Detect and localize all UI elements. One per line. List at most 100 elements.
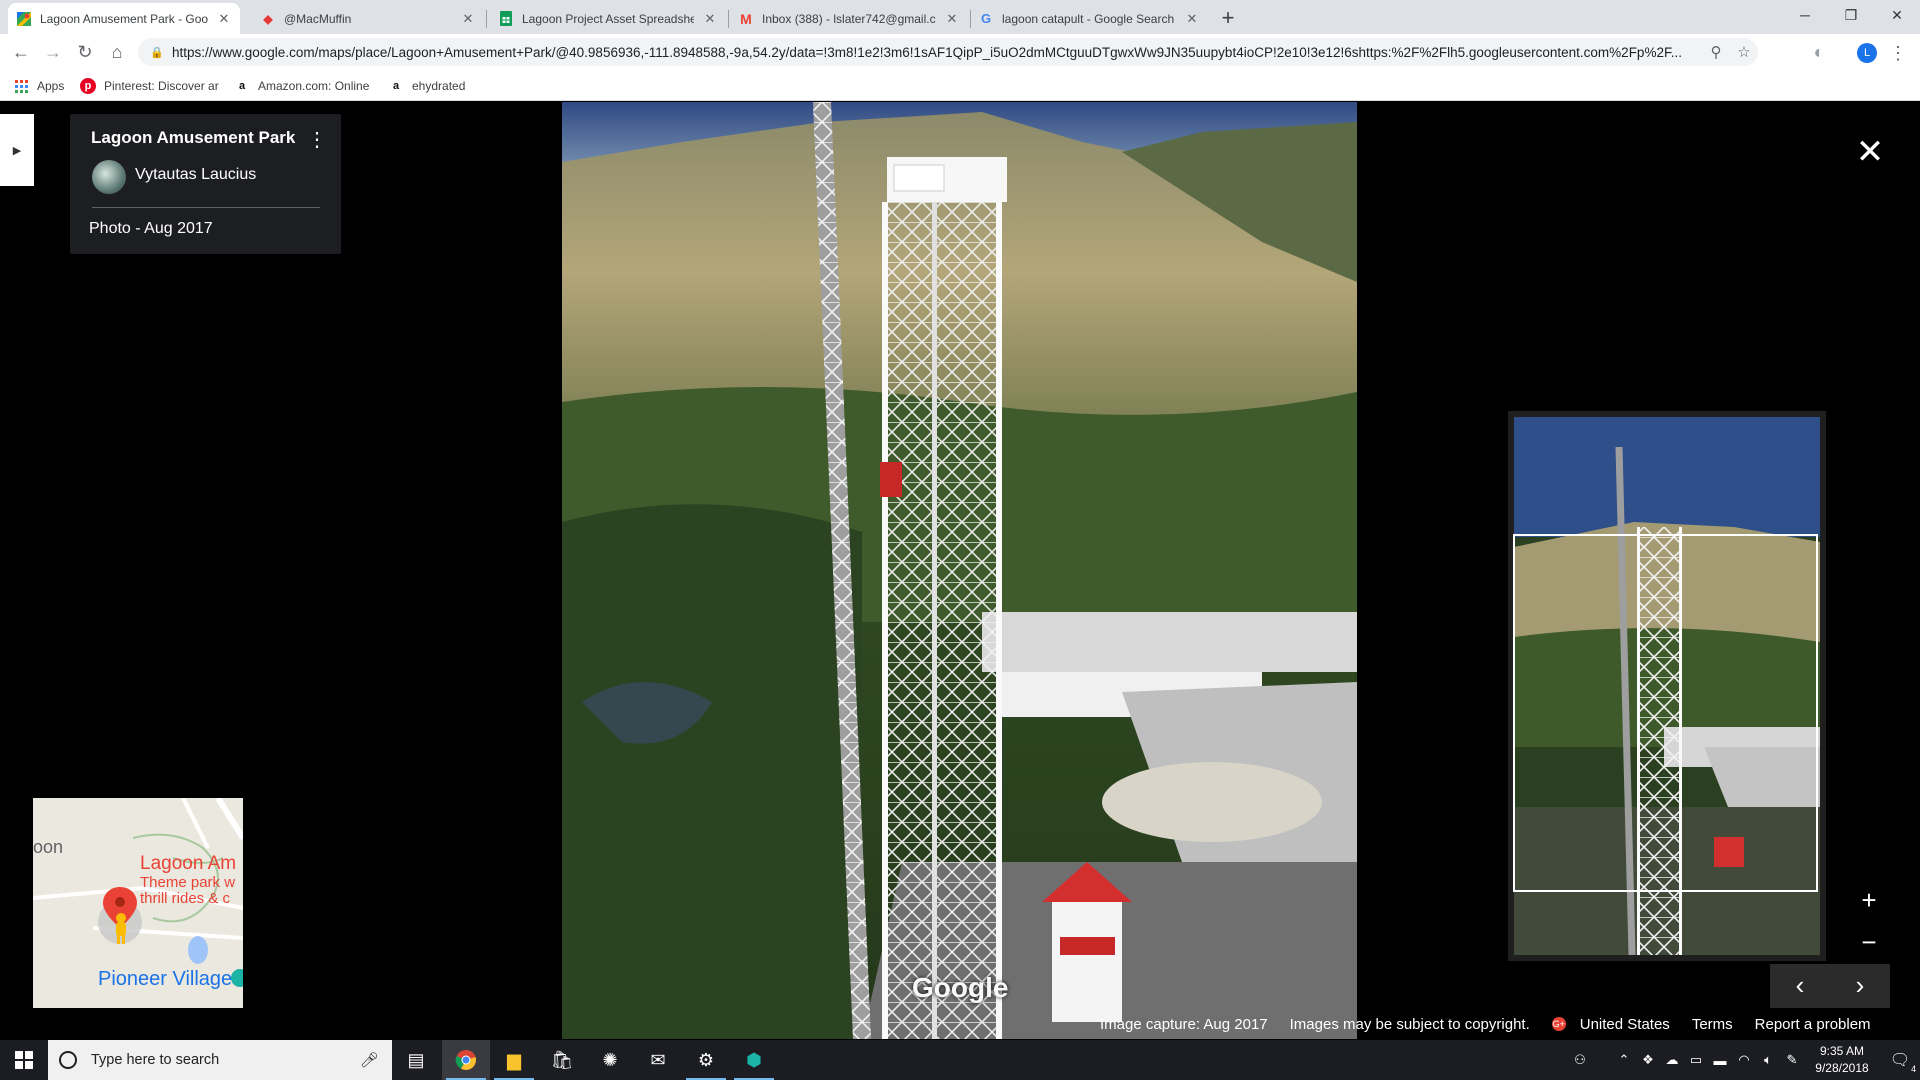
close-tab-icon[interactable]: ✕ bbox=[1184, 11, 1200, 27]
place-title[interactable]: Lagoon Amusement Park bbox=[91, 128, 295, 148]
pinterest-icon: p bbox=[80, 78, 96, 94]
clock-date: 9/28/2018 bbox=[1815, 1061, 1869, 1075]
browser-toolbar: ← → ↻ ⌂ 🔒 https://www.google.com/maps/pl… bbox=[0, 34, 1920, 70]
google-maps-icon bbox=[16, 11, 32, 27]
photo-date: Photo - Aug 2017 bbox=[89, 220, 213, 237]
bookmark-pinterest[interactable]: p Pinterest: Discover ar bbox=[80, 76, 219, 96]
notification-count: 4 bbox=[1911, 1064, 1917, 1074]
lock-icon: 🔒 bbox=[150, 46, 164, 59]
maximize-window-button[interactable]: ❐ bbox=[1828, 0, 1874, 30]
author-avatar[interactable] bbox=[92, 160, 126, 194]
wifi-icon[interactable]: ◠ bbox=[1732, 1052, 1756, 1068]
viewport-indicator[interactable] bbox=[1513, 534, 1818, 892]
tab-divider bbox=[728, 10, 729, 28]
windows-logo-icon bbox=[15, 1051, 33, 1069]
tab-gmail-inbox[interactable]: M Inbox (388) - lslater742@gmail.c ✕ bbox=[730, 3, 968, 34]
battery-icon[interactable]: ▭ bbox=[1684, 1052, 1708, 1068]
close-tab-icon[interactable]: ✕ bbox=[702, 11, 718, 27]
viewer-footer: Image capture: Aug 2017 Images may be su… bbox=[1100, 1013, 1871, 1035]
pen-icon[interactable]: ✎ bbox=[1780, 1052, 1804, 1068]
forward-button[interactable]: → bbox=[39, 38, 67, 66]
microphone-icon[interactable]: 🎤︎ bbox=[360, 1051, 380, 1069]
previous-photo-button[interactable]: ‹ bbox=[1770, 964, 1830, 1008]
amazon-icon: a bbox=[392, 80, 400, 92]
tab-asset-spreadsheet[interactable]: Lagoon Project Asset Spreadshe ✕ bbox=[490, 3, 726, 34]
terms-link[interactable]: Terms bbox=[1692, 1016, 1733, 1033]
chevron-up-icon[interactable]: ⌃ bbox=[1612, 1052, 1636, 1068]
zoom-in-button[interactable]: + bbox=[1849, 880, 1889, 920]
home-button[interactable]: ⌂ bbox=[103, 38, 131, 66]
minimize-window-button[interactable]: ─ bbox=[1782, 0, 1828, 30]
settings-gear-icon[interactable]: ⚙ bbox=[682, 1040, 730, 1080]
photo-navigation: ‹ › bbox=[1770, 964, 1890, 1008]
bookmark-apps[interactable]: Apps bbox=[13, 76, 64, 96]
profile-avatar[interactable]: L bbox=[1857, 43, 1877, 63]
tab-macmuffin[interactable]: ◆ @MacMuffin ✕ bbox=[252, 3, 484, 34]
system-clock[interactable]: 9:35 AM 9/28/2018 bbox=[1804, 1043, 1880, 1077]
close-tab-icon[interactable]: ✕ bbox=[944, 11, 960, 27]
file-explorer-icon[interactable]: ▆ bbox=[490, 1040, 538, 1080]
next-photo-button[interactable]: › bbox=[1830, 964, 1890, 1008]
bookmarks-bar: Apps p Pinterest: Discover ar a Amazon.c… bbox=[0, 70, 1920, 101]
cortana-icon bbox=[59, 1051, 77, 1069]
back-button[interactable]: ← bbox=[7, 38, 35, 66]
meet-icon[interactable]: ▬ bbox=[1708, 1053, 1732, 1068]
taskbar-search-box[interactable]: Type here to search 🎤︎ bbox=[48, 1040, 392, 1080]
browser-tab-strip: Lagoon Amusement Park - Goog ✕ ◆ @MacMuf… bbox=[0, 0, 1920, 34]
address-bar[interactable]: 🔒 https://www.google.com/maps/place/Lago… bbox=[138, 38, 1758, 66]
google-plus-icon[interactable]: G+ bbox=[1551, 1017, 1566, 1031]
taskbar-search-placeholder: Type here to search bbox=[91, 1052, 220, 1068]
close-window-button[interactable]: ✕ bbox=[1874, 0, 1920, 30]
bookmark-ehydrated[interactable]: a ehydrated bbox=[388, 76, 465, 96]
new-tab-button[interactable]: + bbox=[1215, 6, 1241, 32]
tab-google-search[interactable]: G lagoon catapult - Google Search ✕ bbox=[970, 3, 1208, 34]
more-options-icon[interactable]: ⋮ bbox=[307, 126, 327, 156]
bookmark-amazon[interactable]: a Amazon.com: Online bbox=[234, 76, 369, 96]
minimap-place-label: Lagoon Am bbox=[140, 853, 237, 874]
windows-taskbar: Type here to search 🎤︎ ▤ ▆ 🛍︎ ✺ ✉ ⚙ ⬢ ⚇ … bbox=[0, 1040, 1920, 1080]
zoom-out-button[interactable]: − bbox=[1849, 922, 1889, 962]
system-tray: ⚇ ⌃ ❖ ☁ ▭ ▬ ◠ 🔈︎ ✎ 9:35 AM 9/28/2018 🗨︎ 4 bbox=[1568, 1040, 1920, 1080]
minimap-place-desc: thrill rides & c bbox=[140, 890, 231, 907]
close-tab-icon[interactable]: ✕ bbox=[216, 11, 232, 27]
close-icon[interactable]: ✕ bbox=[1850, 132, 1890, 172]
chrome-taskbar-icon[interactable] bbox=[442, 1040, 490, 1080]
start-button[interactable] bbox=[0, 1040, 48, 1080]
store-icon[interactable]: 🛍︎ bbox=[538, 1040, 586, 1080]
minimap[interactable]: oon Lagoon Am Theme park w thrill rides … bbox=[33, 798, 243, 1008]
photo-overview-strip[interactable] bbox=[1508, 411, 1826, 961]
people-icon[interactable]: ⚇ bbox=[1568, 1052, 1592, 1068]
action-center-icon[interactable]: 🗨︎ 4 bbox=[1880, 1040, 1920, 1080]
report-problem-link[interactable]: Report a problem bbox=[1755, 1016, 1871, 1033]
app-icon[interactable]: ⬢ bbox=[730, 1040, 778, 1080]
extension-icon[interactable]: ◐ bbox=[1805, 38, 1833, 66]
minimap-place-desc: Theme park w bbox=[140, 874, 236, 891]
tab-title: Lagoon Project Asset Spreadshe bbox=[522, 11, 694, 26]
country-link[interactable]: United States bbox=[1580, 1016, 1670, 1033]
gmail-icon: M bbox=[740, 10, 752, 27]
author-name[interactable]: Vytautas Laucius bbox=[135, 166, 256, 184]
chrome-menu-icon[interactable]: ⋮ bbox=[1888, 40, 1908, 66]
volume-icon[interactable]: 🔈︎ bbox=[1756, 1052, 1780, 1068]
tab-title: lagoon catapult - Google Search bbox=[1002, 11, 1175, 26]
reload-button[interactable]: ↻ bbox=[71, 38, 99, 66]
task-view-icon[interactable]: ▤ bbox=[392, 1040, 440, 1080]
bookmark-star-icon[interactable]: ☆ bbox=[1730, 38, 1758, 66]
google-watermark: Google bbox=[912, 972, 1009, 1003]
divider bbox=[92, 207, 320, 208]
dropbox-icon[interactable]: ❖ bbox=[1636, 1052, 1660, 1068]
main-photo[interactable] bbox=[562, 102, 1357, 1039]
app-icon[interactable]: ✺ bbox=[586, 1040, 634, 1080]
mail-icon[interactable]: ✉ bbox=[634, 1040, 682, 1080]
close-tab-icon[interactable]: ✕ bbox=[460, 11, 476, 27]
url-text[interactable]: https://www.google.com/maps/place/Lagoon… bbox=[172, 45, 1702, 60]
photo-viewer: ▶ Lagoon Amusement Park ⋮ Vytautas Lauci… bbox=[0, 102, 1920, 1039]
tab-lagoon-maps[interactable]: Lagoon Amusement Park - Goog ✕ bbox=[8, 3, 240, 34]
tray-app-icon[interactable]: ☁ bbox=[1660, 1052, 1684, 1068]
clock-time: 9:35 AM bbox=[1819, 1044, 1865, 1058]
image-capture-date: Image capture: Aug 2017 bbox=[1100, 1015, 1268, 1033]
zoom-icon[interactable]: ⚲ bbox=[1702, 38, 1730, 66]
expand-sidebar-button[interactable]: ▶ bbox=[0, 114, 34, 186]
minimap-village-label: Pioneer Village bbox=[98, 968, 233, 990]
bookmark-label: ehydrated bbox=[412, 79, 466, 93]
